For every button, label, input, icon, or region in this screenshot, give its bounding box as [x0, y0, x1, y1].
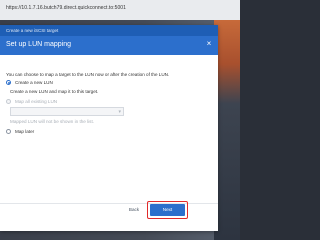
close-icon[interactable]: × — [204, 39, 214, 49]
iscsi-wizard-dialog: Create a new iSCSI target Set up LUN map… — [0, 25, 218, 231]
option-map-existing-lun-label: Map all existing LUN — [15, 98, 58, 104]
radio-map-later[interactable] — [6, 128, 11, 134]
next-button-highlight — [147, 201, 188, 219]
radio-map-existing-lun[interactable] — [6, 98, 11, 104]
option-create-new-lun[interactable]: Create a new LUN — [6, 78, 53, 86]
existing-lun-note: Mapped LUN will not be shown in the list… — [10, 119, 95, 124]
intro-text: You can choose to map a target to the LU… — [6, 72, 170, 77]
option-map-later[interactable]: Map later — [6, 127, 34, 135]
dialog-window-title: Create a new iSCSI target — [6, 28, 59, 33]
option-create-new-lun-label: Create a new LUN — [15, 79, 53, 85]
browser-address-bar[interactable]: https://10.1.7.16.butch79.direct.quickco… — [0, 0, 240, 21]
existing-lun-select[interactable]: ▾ — [10, 107, 124, 116]
dialog-header: Set up LUN mapping × — [0, 36, 218, 55]
back-button[interactable]: Back — [120, 205, 148, 215]
option-map-later-label: Map later — [15, 128, 35, 134]
create-new-lun-description: Create a new LUN and map it to this targ… — [10, 89, 99, 94]
dialog-title-bar: Create a new iSCSI target — [0, 25, 218, 36]
chevron-down-icon: ▾ — [118, 108, 121, 115]
dialog-heading: Set up LUN mapping — [6, 41, 71, 48]
url-text[interactable]: https://10.1.7.16.butch79.direct.quickco… — [6, 5, 126, 11]
option-map-existing-lun[interactable]: Map all existing LUN — [6, 97, 57, 105]
radio-create-new-lun[interactable] — [6, 79, 11, 85]
